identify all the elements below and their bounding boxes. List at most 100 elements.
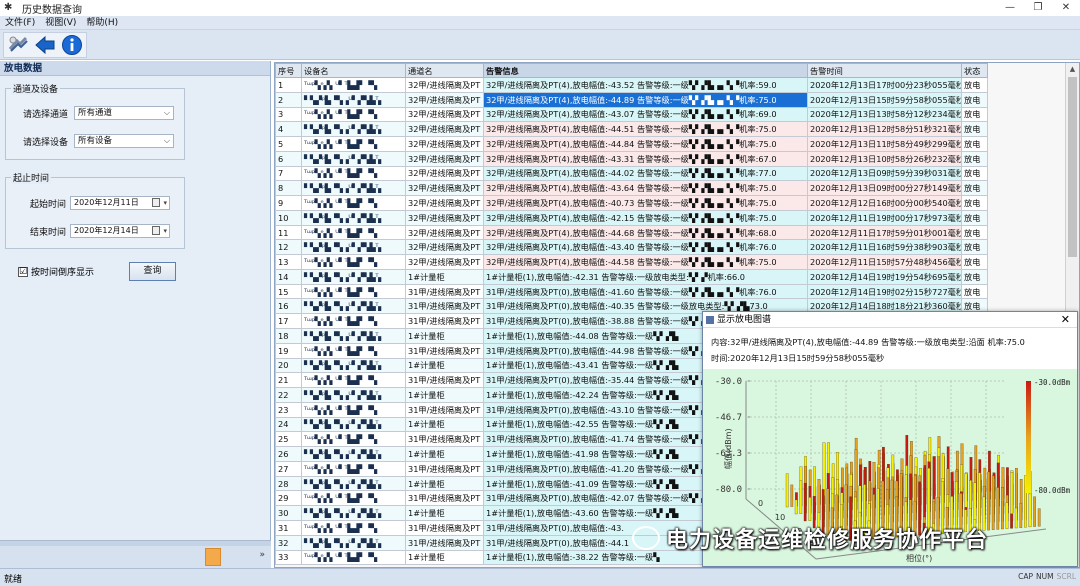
cell-channel-name: 31甲/进线隔离及PT [405,372,484,389]
table-row[interactable]: 14 ▘▚▞ᵖ▙▝▚▗ᵁ▘▞▚▙ᵀ▖ 1#计量柜 1#计量柜(1),放电幅值:-42.… [275,268,988,285]
popup-title-bar: 显示放电图谱 ✕ [703,312,1077,328]
table-row[interactable]: 7 ᵀᵚᵖ▚ᵉ▞▖ᵁ▘ᵀ▙▟▘▝▚ 32甲/进线隔离及PT 32甲/进线隔离及PT(4… [275,165,988,182]
channel-select[interactable]: 所有通道 ⌵ [74,106,174,120]
cell-row-number: 30 [275,505,302,521]
cell-alarm-time: 2020年12月13日17时00分23秒055毫秒 [807,77,962,93]
group-title: 起止时间 [11,171,52,184]
close-button[interactable]: ✕ [1052,0,1080,16]
start-date-picker[interactable]: 2020年12月11日 ▾ [70,196,170,210]
device-select-value: 所有设备 [78,136,113,146]
column-header-device[interactable]: 设备名 [301,63,406,78]
cell-row-number: 3 [275,106,302,123]
panel-tab-handle[interactable] [205,548,221,566]
table-row[interactable]: 3 ᵀᵚᵖ▚ᵉ▞▖ᵁ▘ᵀ▙▟▘▝▚ 32甲/进线隔离及PT 32甲/进线隔离及PT(4… [275,106,988,123]
minimize-button[interactable]: — [996,0,1024,16]
cell-device-name: ▘▚▞ᵖ▙▝▚▗ᵁ▘▞▚▙ᵀ▖ [301,150,406,167]
cell-row-number: 26 [275,446,302,462]
query-button[interactable]: 查询 [129,262,176,281]
column-header-alarm-info[interactable]: 告警信息 [483,63,808,78]
channel-row: 请选择通道 所有通道 ⌵ [16,106,174,120]
calendar-icon [152,226,160,235]
table-row[interactable]: 4 ▘▚▞ᵖ▙▝▚▗ᵁ▘▞▚▙ᵀ▖ 32甲/进线隔离及PT 32甲/进线隔离及PT(4… [275,121,988,138]
info-button[interactable] [60,34,84,56]
restore-button[interactable]: ❐ [1024,0,1052,16]
end-date-picker[interactable]: 2020年12月14日 ▾ [70,224,170,238]
table-row[interactable]: 10 ▘▚▞ᵖ▙▝▚▗ᵁ▘▞▚▙ᵀ▖ 32甲/进线隔离及PT 32甲/进线隔离及PT(… [275,209,988,226]
menu-file[interactable]: 文件(F) [0,16,40,30]
cell-channel-name: 32甲/进线隔离及PT [405,91,484,108]
cell-channel-name: 32甲/进线隔离及PT [405,165,484,182]
cell-status: 放电 [961,91,988,108]
spectrum-bar [923,467,926,520]
menu-view[interactable]: 视图(V) [40,16,81,30]
panel-header: 放电数据 [0,61,270,76]
scroll-thumb[interactable] [1068,77,1077,257]
colorbar-min-label: -80.0dBm [1034,486,1071,495]
back-button[interactable] [33,34,57,56]
cell-channel-name: 1#计量柜 [405,328,484,344]
device-row: 请选择设备 所有设备 ⌵ [16,134,174,148]
device-select[interactable]: 所有设备 ⌵ [74,134,174,148]
start-row: 起始时间 2020年12月11日 ▾ [16,196,170,210]
column-header-status[interactable]: 状态 [961,63,988,78]
scroll-up-icon[interactable]: ▲ [1066,63,1079,76]
popup-title: 显示放电图谱 [717,315,772,325]
column-header-no[interactable]: 序号 [275,63,302,78]
cell-device-name: ᵀᵚᵖ▚ᵉ▞▖ᵁ▘ᵀ▙▟▘▝▚ [301,342,406,359]
spectrum-bar [996,487,1000,530]
channel-device-group: 通道及设备 请选择通道 所有通道 ⌵ 请选择设备 所有设备 ⌵ [5,82,185,160]
cell-row-number: 1 [275,77,302,93]
table-row[interactable]: 8 ▘▚▞ᵖ▙▝▚▗ᵁ▘▞▚▙ᵀ▖ 32甲/进线隔离及PT 32甲/进线隔离及PT(4… [275,180,988,197]
cell-row-number: 15 [275,283,302,300]
cell-device-name: ▘▚▞ᵖ▙▝▚▗ᵁ▘▞▚▙ᵀ▖ [301,387,406,403]
expand-icon[interactable]: » [259,550,265,560]
cell-device-name: ᵀᵚᵖ▚ᵉ▞▖ᵁ▘ᵀ▙▟▘▝▚ [301,372,406,389]
reverse-order-row: ☑ 按时间倒序显示 [18,265,94,278]
popup-content-line: 内容:32甲/进线隔离及PT(4),放电幅值:-44.89 告警等级:一级放电类… [711,337,1025,347]
cell-row-number: 19 [275,342,302,359]
cell-alarm-info: 32甲/进线隔离及PT(4),放电幅值:-42.15 告警等级:一级▚▘▞▙▗▖… [483,209,808,226]
cell-alarm-time: 2020年12月13日12时58分51秒321毫秒 [807,121,962,138]
cell-channel-name: 32甲/进线隔离及PT [405,180,484,197]
menu-help[interactable]: 帮助(H) [81,16,123,30]
cell-device-name: ᵀᵚᵖ▚ᵉ▞▖ᵁ▘ᵀ▙▟▘▝▚ [301,460,406,477]
cell-row-number: 7 [275,165,302,182]
reverse-order-checkbox[interactable]: ☑ [18,266,28,277]
cell-alarm-time: 2020年12月13日15时59分58秒055毫秒 [807,91,962,108]
cell-alarm-time: 2020年12月13日11时58分49秒299毫秒 [807,136,962,152]
column-header-channel[interactable]: 通道名 [405,63,484,78]
table-row[interactable]: 5 ᵀᵚᵖ▚ᵉ▞▖ᵁ▘ᵀ▙▟▘▝▚ 32甲/进线隔离及PT 32甲/进线隔离及PT(4… [275,136,988,152]
cell-device-name: ▘▚▞ᵖ▙▝▚▗ᵁ▘▞▚▙ᵀ▖ [301,209,406,226]
table-row[interactable]: 6 ▘▚▞ᵖ▙▝▚▗ᵁ▘▞▚▙ᵀ▖ 32甲/进线隔离及PT 32甲/进线隔离及PT(4… [275,150,988,167]
cell-channel-name: 32甲/进线隔离及PT [405,254,484,270]
table-row[interactable]: 12 ▘▚▞ᵖ▙▝▚▗ᵁ▘▞▚▙ᵀ▖ 32甲/进线隔离及PT 32甲/进线隔离及PT(… [275,239,988,256]
table-row[interactable]: 2 ▘▚▞ᵖ▙▝▚▗ᵁ▘▞▚▙ᵀ▖ 32甲/进线隔离及PT 32甲/进线隔离及PT(4… [275,91,988,108]
cell-status: 放电 [961,268,988,285]
spectrum-bar [790,484,794,507]
table-row[interactable]: 1 ᵀᵚᵖ▚ᵉ▞▖ᵁ▘ᵀ▙▟▘▝▚ 32甲/进线隔离及PT 32甲/进线隔离及PT(4… [275,77,988,93]
cell-channel-name: 1#计量柜 [405,357,484,374]
cell-alarm-info: 1#计量柜(1),放电幅值:-42.31 告警等级:一级放电类型:▚▘▞机率:6… [483,268,808,285]
chevron-down-icon: ⌵ [163,108,170,117]
spectrum-bar [808,497,812,521]
cell-alarm-info: 32甲/进线隔离及PT(4),放电幅值:-43.07 告警等级:一级▚▘▞▙▗▖… [483,106,808,123]
table-row[interactable]: 15 ᵀᵚᵖ▚ᵉ▞▖ᵁ▘ᵀ▙▟▘▝▚ 31甲/进线隔离及PT 31甲/进线隔离及PT(… [275,283,988,300]
table-row[interactable]: 9 ᵀᵚᵖ▚ᵉ▞▖ᵁ▘ᵀ▙▟▘▝▚ 32甲/进线隔离及PT 32甲/进线隔离及PT(4… [275,195,988,211]
column-header-alarm-time[interactable]: 告警时间 [807,63,962,78]
cell-row-number: 24 [275,416,302,433]
start-date-value: 2020年12月11日 [74,198,139,207]
spectrum-bar [973,482,977,524]
cell-device-name: ᵀᵚᵖ▚ᵉ▞▖ᵁ▘ᵀ▙▟▘▝▚ [301,254,406,270]
cell-channel-name: 1#计量柜 [405,549,484,566]
refresh-button[interactable] [6,34,30,56]
depth-tick-label: 0 [758,499,763,508]
cell-row-number: 21 [275,372,302,389]
table-row[interactable]: 11 ᵀᵚᵖ▚ᵉ▞▖ᵁ▘ᵀ▙▟▘▝▚ 32甲/进线隔离及PT 32甲/进线隔离及PT(… [275,224,988,241]
popup-close-button[interactable]: ✕ [1061,312,1070,328]
table-row[interactable]: 13 ᵀᵚᵖ▚ᵉ▞▖ᵁ▘ᵀ▙▟▘▝▚ 32甲/进线隔离及PT 32甲/进线隔离及PT(… [275,254,988,270]
cell-alarm-info: 32甲/进线隔离及PT(4),放电幅值:-44.68 告警等级:一级▚▘▞▙▗▖… [483,224,808,241]
chevron-down-icon: ⌵ [163,136,170,145]
cell-channel-name: 32甲/进线隔离及PT [405,209,484,226]
spectrum-bar [1010,513,1013,529]
cell-channel-name: 1#计量柜 [405,475,484,492]
